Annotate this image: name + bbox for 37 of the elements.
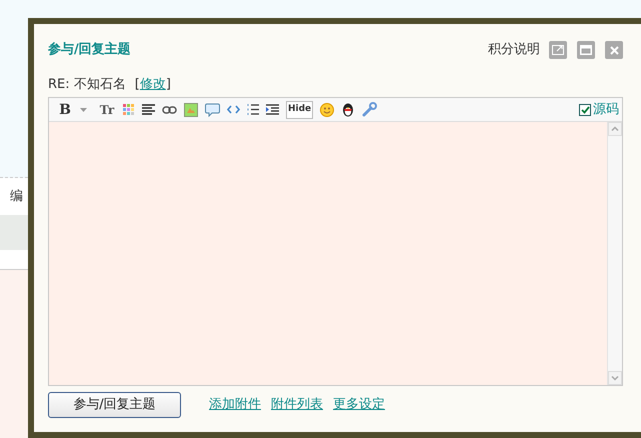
smiley-icon[interactable]	[320, 102, 334, 116]
hide-button[interactable]: Hide	[286, 100, 314, 118]
close-icon	[610, 46, 618, 54]
indent-icon[interactable]	[266, 104, 279, 116]
popout-button[interactable]	[549, 41, 567, 59]
font-size-button[interactable]: Tr	[98, 100, 116, 118]
color-grid-icon[interactable]	[123, 104, 135, 116]
link-icon[interactable]	[162, 106, 177, 114]
wrench-icon[interactable]	[362, 102, 378, 117]
align-icon[interactable]	[142, 104, 155, 116]
dialog-title: 参与/回复主题	[48, 40, 131, 60]
source-checkbox[interactable]	[579, 104, 591, 116]
bracket-text: [	[134, 76, 140, 94]
scrollbar[interactable]	[607, 122, 622, 385]
background-label: 编	[10, 188, 23, 206]
help-link[interactable]: 积分说明	[488, 40, 540, 60]
edit-link[interactable]: 修改	[140, 75, 166, 95]
maximize-icon	[580, 45, 592, 55]
bold-button[interactable]: B	[57, 100, 73, 118]
close-button[interactable]	[605, 41, 623, 59]
caret-icon[interactable]	[80, 108, 87, 112]
source-label: 源码	[593, 100, 619, 119]
speech-bubble-icon[interactable]	[205, 102, 220, 116]
numbered-list-icon[interactable]	[247, 103, 259, 116]
popout-icon	[552, 45, 564, 55]
footer-link[interactable]: 添加附件	[209, 395, 261, 415]
footer-link[interactable]: 更多设定	[333, 395, 385, 415]
penguin-icon[interactable]	[341, 102, 356, 117]
image-icon[interactable]	[184, 102, 198, 116]
bracket-text: ]	[166, 76, 171, 94]
maximize-button[interactable]	[577, 41, 595, 59]
footer-link[interactable]: 附件列表	[271, 395, 323, 415]
scroll-down-icon	[608, 371, 622, 385]
check-icon	[580, 106, 590, 114]
code-icon[interactable]	[227, 105, 240, 114]
submit-button[interactable]: 参与/回复主题	[48, 392, 181, 418]
subject-text: RE: 不知石名	[48, 76, 126, 94]
